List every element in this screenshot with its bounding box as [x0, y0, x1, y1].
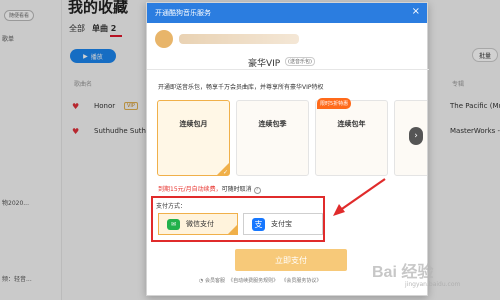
plan-label: 1: [395, 119, 427, 127]
plan-label: 连续包季: [258, 120, 287, 128]
pay-option-label: 支付宝: [271, 220, 292, 228]
pay-option-label: 微信支付: [186, 220, 214, 228]
renew-cancel: 可随时取消: [221, 186, 252, 193]
alipay-icon: 支: [252, 217, 265, 231]
avatar: [155, 30, 173, 48]
plan-label: 连续包年: [337, 120, 366, 128]
payment-label: 支付方式：: [156, 203, 187, 210]
dialog-footer-links: ◔ 会员客服 《自动续费服务规则》 《会员服务协议》: [199, 277, 321, 284]
pay-option-wechat[interactable]: ✉ 微信支付: [158, 213, 238, 235]
plan-card-quarterly[interactable]: 连续包季: [236, 100, 309, 176]
tab-luxury-vip[interactable]: 豪华VIP: [248, 56, 280, 69]
link-service-agreement[interactable]: 《会员服务协议》: [281, 278, 321, 284]
chevron-right-icon[interactable]: ›: [409, 127, 423, 145]
dialog-title: 开通酷狗音乐服务: [155, 9, 211, 17]
plan-card-yearly[interactable]: 连续包年: [315, 100, 388, 176]
user-info: [155, 28, 421, 50]
vip-tab-bar: 豪华VIP (送音乐包): [147, 52, 429, 70]
plan-cards: 连续包月 ✓ 连续包季 连续包年 1 限时5折特惠: [157, 98, 427, 178]
selected-corner: [228, 225, 237, 234]
vip-description: 开通即送音乐包，畅享千万会员曲库，并尊享所有豪华VIP特权: [158, 84, 324, 91]
dialog-header: 开通酷狗音乐服务 ×: [147, 3, 427, 23]
plan-label: 连续包月: [179, 120, 208, 128]
check-icon: ✓: [222, 169, 228, 176]
tab-luxury-vip-sub: (送音乐包): [285, 57, 315, 66]
help-icon[interactable]: ?: [253, 187, 261, 194]
renew-price: 到期15元/月自动续费，: [158, 186, 222, 193]
headset-icon: ◔: [199, 278, 204, 284]
link-auto-renew-rules[interactable]: 《自动续费服务规则》: [228, 278, 278, 284]
discount-badge: 限时5折特惠: [317, 98, 352, 109]
watermark-url: jingyan.baidu.com: [405, 281, 461, 288]
link-customer-service[interactable]: 会员客服: [205, 278, 225, 284]
wechat-icon: ✉: [167, 218, 180, 230]
watermark: Bai 经验: [372, 264, 434, 281]
auto-renew-note: 到期15元/月自动续费，可随时取消 ?: [158, 184, 261, 194]
annotation-arrow-icon: [333, 178, 386, 216]
pay-now-button[interactable]: 立即支付: [235, 249, 347, 271]
vip-purchase-dialog: 开通酷狗音乐服务 × 豪华VIP (送音乐包) 开通即送音乐包，畅享千万会员曲库…: [146, 2, 429, 296]
close-icon[interactable]: ×: [412, 6, 420, 17]
plan-card-monthly[interactable]: 连续包月 ✓: [157, 100, 230, 176]
pay-option-alipay[interactable]: 支 支付宝: [243, 213, 323, 235]
user-name-blurred: [179, 34, 299, 44]
